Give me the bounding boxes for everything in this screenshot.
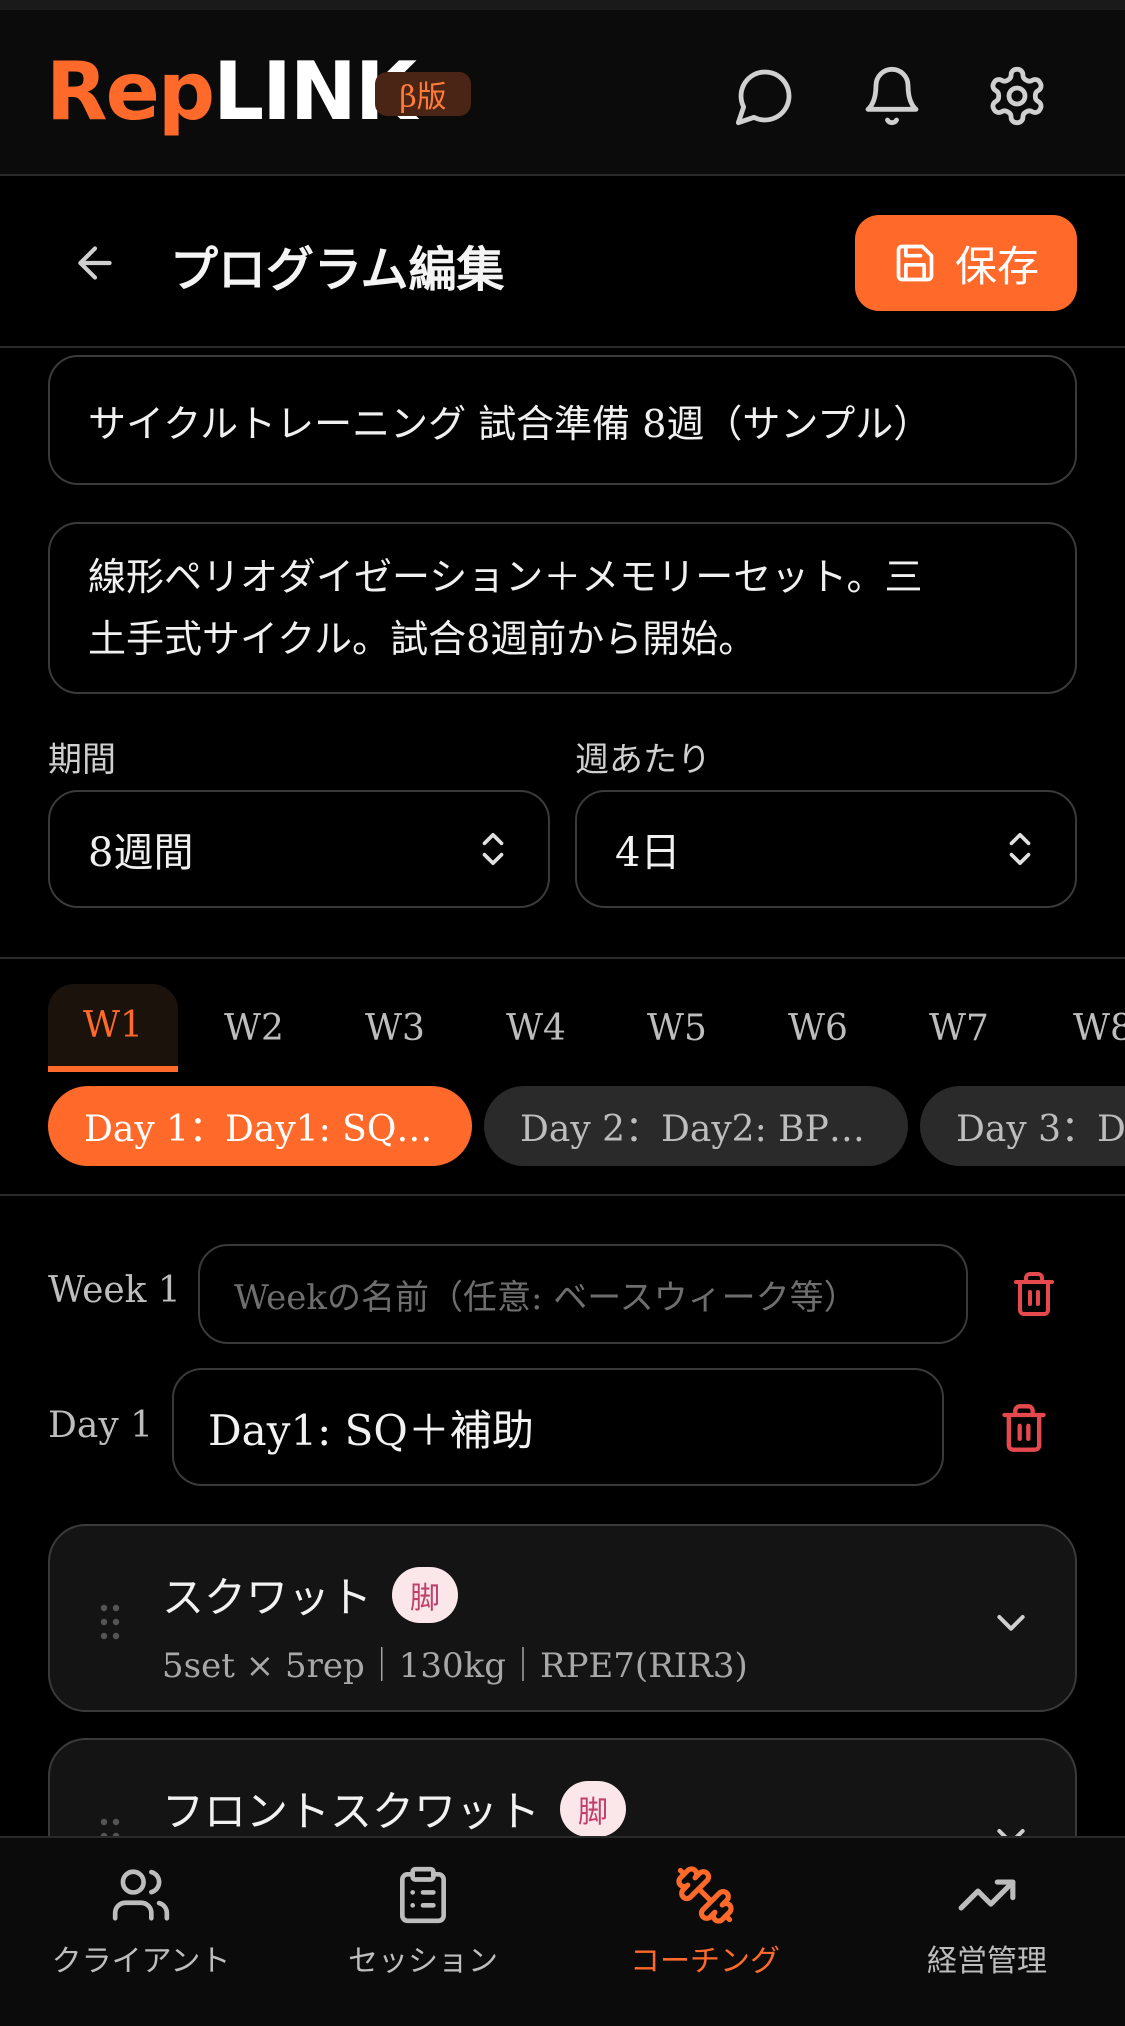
- tab-week-4[interactable]: W4: [471, 984, 601, 1072]
- duration-value: 8週間: [88, 830, 194, 876]
- chat-icon[interactable]: [733, 64, 797, 128]
- day-chip-3[interactable]: Day 3：Da: [920, 1086, 1125, 1166]
- bottom-nav: クライアント セッション コーチング 経営管理: [0, 1836, 1125, 2026]
- divider: [0, 957, 1125, 959]
- exercise-name: スクワット 脚: [162, 1564, 459, 1625]
- page-title: プログラム編集: [170, 242, 505, 298]
- program-description-input[interactable]: 線形ペリオダイゼーション＋メモリーセット。三 土手式サイクル。試合8週前から開始…: [48, 522, 1077, 694]
- per-week-value: 4日: [615, 830, 681, 876]
- nav-sessions-label: セッション: [348, 1944, 498, 1979]
- dumbbell-icon: [676, 1866, 734, 1924]
- week-name-input[interactable]: Weekの名前（任意: ベースウィーク等）: [198, 1244, 968, 1344]
- body-part-tag: 脚: [392, 1566, 459, 1623]
- chevron-updown-icon: [1009, 832, 1031, 866]
- chevron-down-icon[interactable]: [991, 1602, 1031, 1642]
- nav-clients-label: クライアント: [51, 1944, 231, 1979]
- exercise-card[interactable]: スクワット 脚 5set × 5rep｜130kg｜RPE7(RIR3): [48, 1524, 1077, 1712]
- nav-coaching[interactable]: コーチング: [564, 1864, 846, 2004]
- save-label: 保存: [954, 241, 1039, 291]
- week-row-label: Week 1: [48, 1270, 181, 1311]
- tab-week-5[interactable]: W5: [612, 984, 742, 1072]
- tab-week-8[interactable]: W8: [1035, 984, 1125, 1072]
- exercise-detail: 5set × 5rep｜130kg｜RPE7(RIR3): [162, 1646, 748, 1686]
- nav-sessions[interactable]: セッション: [282, 1864, 564, 2004]
- tab-week-7[interactable]: W7: [894, 984, 1024, 1072]
- duration-label: 期間: [48, 740, 116, 780]
- week-name-placeholder: Weekの名前（任意: ベースウィーク等）: [234, 1277, 858, 1318]
- nav-coaching-label: コーチング: [630, 1944, 780, 1979]
- trash-icon[interactable]: [998, 1402, 1050, 1454]
- day-name-value: Day1: SQ＋補助: [208, 1405, 534, 1455]
- trending-up-icon: [958, 1879, 1016, 1911]
- program-name-text: サイクルトレーニング 試合準備 8週（サンプル）: [88, 401, 932, 446]
- gear-icon[interactable]: [985, 64, 1049, 128]
- description-line-2: 土手式サイクル。試合8週前から開始。: [88, 617, 757, 661]
- app-logo: Rep LINK: [46, 45, 417, 138]
- day-name-input[interactable]: Day1: SQ＋補助: [172, 1368, 944, 1486]
- beta-badge: β版: [375, 72, 471, 116]
- nav-management-label: 経営管理: [927, 1944, 1047, 1979]
- app-bar: Rep LINK β版: [0, 0, 1125, 176]
- logo-rep: Rep: [46, 45, 215, 138]
- clipboard-icon: [400, 1866, 446, 1924]
- exercise-name-text: フロントスクワット: [162, 1787, 541, 1836]
- tab-week-6[interactable]: W6: [753, 984, 883, 1072]
- back-arrow-icon[interactable]: [70, 238, 120, 288]
- tab-week-3[interactable]: W3: [330, 984, 460, 1072]
- exercise-name-text: スクワット: [162, 1573, 373, 1622]
- exercise-name: フロントスクワット 脚: [162, 1778, 627, 1839]
- day-chip-2[interactable]: Day 2：Day2: BP…: [484, 1086, 908, 1166]
- week-tabs: W1 W2 W3 W4 W5 W6 W7 W8: [0, 984, 1125, 1072]
- status-strip: [0, 0, 1125, 10]
- day-chip-1[interactable]: Day 1：Day1: SQ…: [48, 1086, 472, 1166]
- chevron-updown-icon: [482, 832, 504, 866]
- divider: [0, 1194, 1125, 1196]
- per-week-select[interactable]: 4日: [575, 790, 1077, 908]
- nav-management[interactable]: 経営管理: [846, 1864, 1125, 2004]
- tab-week-1[interactable]: W1: [48, 984, 178, 1072]
- bell-icon[interactable]: [860, 64, 924, 128]
- drag-handle-icon[interactable]: [100, 1604, 120, 1640]
- save-icon: [896, 244, 934, 282]
- save-button[interactable]: 保存: [855, 215, 1077, 311]
- day-row-label: Day 1: [48, 1405, 154, 1446]
- users-icon: [112, 1869, 170, 1921]
- trash-icon[interactable]: [1010, 1270, 1058, 1318]
- tab-week-2[interactable]: W2: [189, 984, 319, 1072]
- description-line-1: 線形ペリオダイゼーション＋メモリーセット。三: [88, 555, 923, 599]
- page-header: プログラム編集 保存: [0, 178, 1125, 348]
- per-week-label: 週あたり: [575, 740, 711, 780]
- body-part-tag: 脚: [560, 1780, 627, 1837]
- program-name-input[interactable]: サイクルトレーニング 試合準備 8週（サンプル）: [48, 355, 1077, 485]
- duration-select[interactable]: 8週間: [48, 790, 550, 908]
- nav-clients[interactable]: クライアント: [0, 1864, 282, 2004]
